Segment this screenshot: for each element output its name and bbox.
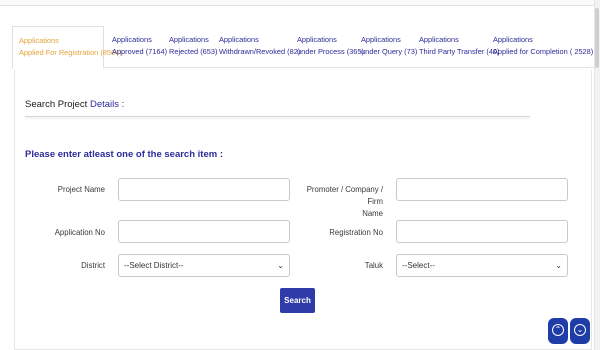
promoter-name-input[interactable] xyxy=(396,178,568,201)
tab-line1: Applications xyxy=(419,35,459,44)
district-select[interactable]: --Select District-- ⌄ xyxy=(118,254,290,277)
taluk-select-value: --Select-- xyxy=(402,261,435,270)
chevron-down-icon: ⌄ xyxy=(555,261,562,270)
tab-approved[interactable]: Applications Approved (7164) xyxy=(106,26,168,68)
tab-line1: Applications xyxy=(297,35,337,44)
chevron-down-icon: ⌄ xyxy=(277,261,284,270)
registration-no-input[interactable] xyxy=(396,220,568,243)
tab-line2: Approved (7164) xyxy=(112,47,168,56)
taluk-select[interactable]: --Select-- ⌄ xyxy=(396,254,568,277)
tab-line1: Applications xyxy=(169,35,209,44)
tab-withdrawn-revoked[interactable]: Applications Withdrawn/Revoked (82) xyxy=(213,26,301,68)
search-instruction: Please enter atleast one of the search i… xyxy=(25,149,223,160)
tab-line1: Applications xyxy=(219,35,259,44)
tab-line2: Withdrawn/Revoked (82) xyxy=(219,47,301,56)
tab-line2: Third Party Transfer (40) xyxy=(419,47,500,56)
project-name-input[interactable] xyxy=(118,178,290,201)
promoter-label: Promoter / Company / Firm Name xyxy=(295,184,383,220)
tab-line2: under Query (73) xyxy=(361,47,418,56)
tab-applied-for-completion[interactable]: Applications Applied for Completion ( 25… xyxy=(487,26,593,68)
tab-third-party-transfer[interactable]: Applications Third Party Transfer (40) xyxy=(413,26,500,68)
chevron-up-icon: ⌃ xyxy=(552,324,564,337)
application-no-label: Application No xyxy=(54,228,105,237)
section-title-accent: Details : xyxy=(89,99,125,110)
tab-line1: Applications xyxy=(112,35,152,44)
search-button[interactable]: Search xyxy=(280,288,315,313)
top-strip xyxy=(0,0,600,6)
district-select-value: --Select District-- xyxy=(124,261,184,270)
tab-line1: Applications xyxy=(493,35,533,44)
tab-line2: Applied For Registration (8564) xyxy=(19,48,122,57)
project-name-label: Project Name xyxy=(57,185,105,194)
tab-applied-for-registration[interactable]: Applications Applied For Registration (8… xyxy=(12,26,122,69)
scroll-down-button[interactable]: ⌄ xyxy=(570,318,590,344)
divider xyxy=(25,116,530,117)
registration-no-label: Registration No xyxy=(329,228,383,237)
section-title: Search Project Details : xyxy=(25,99,124,110)
promoter-label-line1: Promoter / Company / Firm xyxy=(306,185,383,206)
tab-line1: Applications xyxy=(19,36,59,45)
tab-under-query[interactable]: Applications under Query (73) xyxy=(355,26,418,68)
tab-rejected[interactable]: Applications Rejected (653) xyxy=(163,26,218,68)
promoter-label-line2: Name xyxy=(362,209,383,218)
scroll-up-button[interactable]: ⌃ xyxy=(548,318,568,344)
tab-line2: Rejected (653) xyxy=(169,47,218,56)
scrollbar-thumb[interactable] xyxy=(595,8,599,68)
tab-line1: Applications xyxy=(361,35,401,44)
chevron-down-icon: ⌄ xyxy=(574,324,586,337)
taluk-label: Taluk xyxy=(364,261,383,270)
tab-line2: under Process (365) xyxy=(297,47,364,56)
tab-line2: Applied for Completion ( 2528) xyxy=(493,47,594,56)
district-label: District xyxy=(81,261,105,270)
application-tabs: Applications Applied For Registration (8… xyxy=(12,26,594,69)
application-no-input[interactable] xyxy=(118,220,290,243)
section-title-plain: Search Project xyxy=(25,99,90,110)
tab-under-process[interactable]: Applications under Process (365) xyxy=(291,26,364,68)
window-scrollbar[interactable] xyxy=(594,0,600,350)
search-panel: Search Project Details : Please enter at… xyxy=(14,70,592,350)
